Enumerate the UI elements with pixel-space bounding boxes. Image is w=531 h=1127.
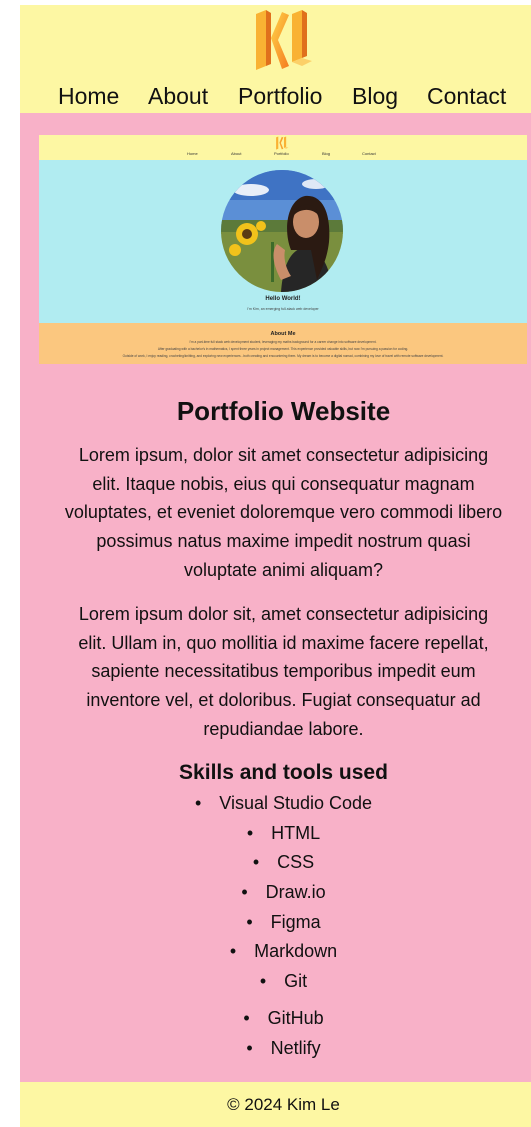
preview-logo: KL — [276, 136, 289, 150]
nav-portfolio-link[interactable]: Portfolio — [238, 81, 322, 111]
preview-about-line: After graduating with a bachelor's in ma… — [157, 347, 409, 351]
paragraph-line: repudiandae labore. — [203, 718, 364, 739]
project-description-1: Lorem ipsum, dolor sit amet consectetur … — [20, 441, 531, 585]
copyright-text: © 2024 Kim Le — [227, 1095, 340, 1114]
preview-about-line: I'm a part-time full stack web developme… — [189, 340, 377, 344]
preview-nav-item: Home — [187, 151, 198, 156]
paragraph-line: voluptate animi aliquam? — [183, 559, 384, 580]
paragraph-line: elit. Itaque nobis, eius qui consequatur… — [92, 473, 475, 494]
preview-nav-item: About — [231, 151, 242, 156]
skill-item: Figma — [20, 910, 531, 934]
nav-home-link[interactable]: Home — [58, 81, 119, 111]
preview-header: KL Home About Portfolio Blog Contact — [39, 135, 527, 160]
kl-logo[interactable]: KL — [252, 8, 314, 72]
site-header: KL Home About Portfolio Blog Contact — [20, 5, 531, 113]
skill-item: Netlify — [20, 1036, 531, 1060]
paragraph-line: voluptates, et eveniet doloremque vero c… — [64, 502, 503, 523]
preview-nav-item: Blog — [322, 151, 331, 156]
main-content: KL Home About Portfolio Blog Contact — [20, 113, 531, 1082]
site-footer: © 2024 Kim Le — [20, 1082, 531, 1127]
skills-heading: Skills and tools used — [179, 761, 388, 784]
project-description-2: Lorem ipsum dolor sit, amet consectetur … — [20, 600, 531, 744]
page: KL Home About Portfolio Blog Contact — [20, 5, 531, 1127]
preview-nav-item: Contact — [362, 151, 376, 156]
skill-item: Markdown — [20, 939, 531, 963]
preview-about-title: About Me — [270, 331, 296, 337]
paragraph-line: Lorem ipsum, dolor sit amet consectetur … — [78, 445, 489, 465]
preview-nav-item: Portfolio — [274, 151, 289, 156]
nav-blog-link[interactable]: Blog — [352, 81, 398, 111]
project-screenshot: KL Home About Portfolio Blog Contact — [39, 135, 527, 364]
paragraph-line: Lorem ipsum dolor sit, amet consectetur … — [78, 604, 489, 624]
preview-hello: Hello World! — [265, 296, 301, 302]
preview-subtitle: I'm Kim, an emerging full-stack web deve… — [247, 307, 319, 311]
paragraph-line: sapiente necessitatibus temporibus imped… — [91, 661, 476, 682]
skill-item: HTML — [20, 821, 531, 845]
nav-contact-link[interactable]: Contact — [427, 81, 506, 111]
main-nav: Home About Portfolio Blog Contact — [20, 81, 531, 111]
paragraph-line: inventore vel, et doloribus. Fugiat cons… — [86, 690, 481, 711]
paragraph-line: possimus natus maxime impedit nostrum qu… — [96, 531, 471, 552]
skill-item: Visual Studio Code — [20, 791, 531, 815]
skill-item: CSS — [20, 850, 531, 874]
nav-about-link[interactable]: About — [148, 81, 208, 111]
project-title: Portfolio Website — [176, 396, 391, 426]
preview-hero: Hello World! I'm Kim, an emerging full-s… — [39, 160, 527, 323]
preview-about: About Me I'm a part-time full stack web … — [39, 323, 527, 364]
paragraph-line: elit. Ullam in, quo mollitia id maxime f… — [78, 632, 489, 653]
skill-item: GitHub — [20, 1006, 531, 1030]
skill-item: Draw.io — [20, 880, 531, 904]
profile-photo — [221, 170, 343, 292]
preview-about-line: Outside of work, I enjoy reading, croche… — [122, 354, 444, 358]
skill-item: Git — [20, 969, 531, 993]
